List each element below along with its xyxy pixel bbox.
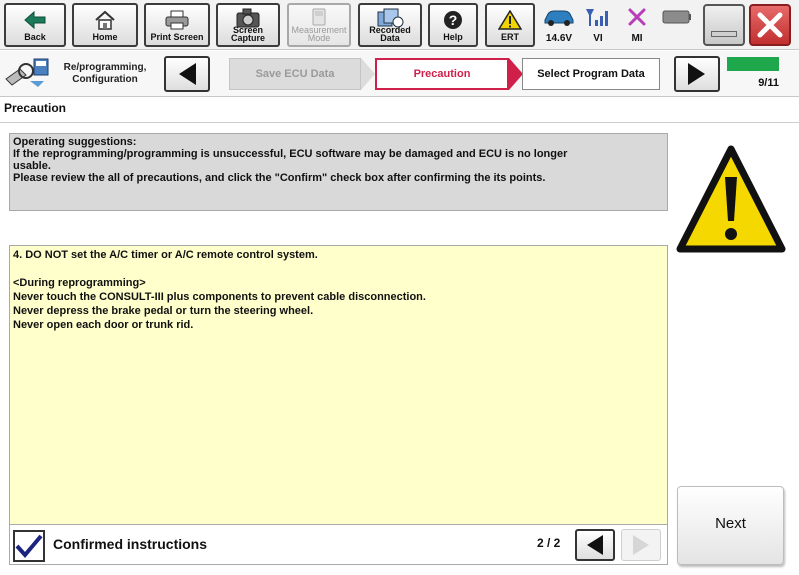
next-step-button[interactable] [674, 56, 720, 92]
instruction-line: Never open each door or trunk rid. [13, 319, 194, 331]
check-mark-icon [15, 534, 43, 559]
svg-text:?: ? [449, 12, 458, 28]
next-button[interactable]: Next [677, 486, 784, 565]
progress-bar [727, 57, 779, 71]
reprogramming-mode-icon [4, 57, 50, 91]
print-screen-button[interactable]: Print Screen [144, 3, 210, 47]
home-button[interactable]: Home [72, 3, 138, 47]
suggestion-line: If the reprogramming/programming is unsu… [13, 148, 568, 160]
mode-label: Re/programming, Configuration [63, 62, 147, 85]
step-chevron-icon [361, 58, 375, 90]
confirm-label: Confirmed instructions [53, 536, 208, 552]
instruction-line: <During reprogramming> [13, 277, 146, 289]
right-arrow-icon [633, 535, 649, 555]
battery-icon [660, 6, 694, 28]
measurement-mode-button[interactable]: Measurement Mode [287, 3, 351, 47]
step-chevron-icon [509, 58, 523, 90]
printer-icon [146, 9, 208, 31]
title-divider [0, 122, 799, 123]
step-save-ecu-data: Save ECU Data [229, 58, 361, 90]
instruction-line: Never touch the CONSULT-III plus compone… [13, 291, 426, 303]
help-button[interactable]: ? Help [428, 3, 478, 47]
back-arrow-icon [6, 9, 64, 31]
suggestion-line: Operating suggestions: [13, 136, 137, 148]
recorded-data-button[interactable]: Recorded Data [358, 3, 422, 47]
signal-icon [582, 6, 614, 28]
vi-status: VI [582, 6, 614, 46]
top-toolbar: Back Home Print Screen Screen Capture Me… [0, 0, 799, 50]
car-icon [538, 6, 580, 28]
minimize-icon [711, 31, 737, 37]
x-mark-icon [620, 6, 654, 28]
confirmation-bar: Confirmed instructions 2 / 2 [9, 525, 668, 565]
battery-status [660, 6, 694, 46]
step-precaution: Precaution [375, 58, 509, 90]
page-title: Precaution [4, 101, 67, 115]
left-arrow-icon [587, 535, 603, 555]
instruction-spacer [13, 262, 664, 276]
confirm-checkbox[interactable] [13, 530, 45, 562]
home-icon [74, 9, 136, 31]
large-warning-icon [676, 145, 786, 253]
suggestion-line: usable. [13, 160, 51, 172]
warning-triangle-icon [487, 9, 533, 31]
previous-page-button[interactable] [575, 529, 615, 561]
left-arrow-icon [179, 63, 196, 85]
question-icon: ? [430, 9, 476, 31]
next-page-button[interactable] [621, 529, 661, 561]
previous-step-button[interactable] [164, 56, 210, 92]
ert-button[interactable]: ERT [485, 3, 535, 47]
minimize-button[interactable] [703, 4, 745, 46]
instruction-line: Never depress the brake pedal or turn th… [13, 305, 314, 317]
instructions-box: 4. DO NOT set the A/C timer or A/C remot… [9, 245, 668, 525]
screen-capture-button[interactable]: Screen Capture [216, 3, 280, 47]
back-button[interactable]: Back [4, 3, 66, 47]
instruction-line: 4. DO NOT set the A/C timer or A/C remot… [13, 249, 318, 261]
operating-suggestions-box: Operating suggestions: If the reprogramm… [9, 133, 668, 211]
close-button[interactable] [749, 4, 791, 46]
page-counter: 2 / 2 [537, 536, 561, 550]
right-arrow-icon [688, 63, 705, 85]
navigation-row: Re/programming, Configuration Save ECU D… [0, 51, 799, 97]
battery-voltage-status: 14.6V [538, 6, 580, 46]
suggestion-line: Please review the all of precautions, an… [13, 172, 546, 184]
progress-indicator: 9/11 [758, 77, 779, 89]
step-select-program-data: Select Program Data [522, 58, 660, 90]
close-icon [757, 12, 783, 38]
mi-status: MI [620, 6, 654, 46]
